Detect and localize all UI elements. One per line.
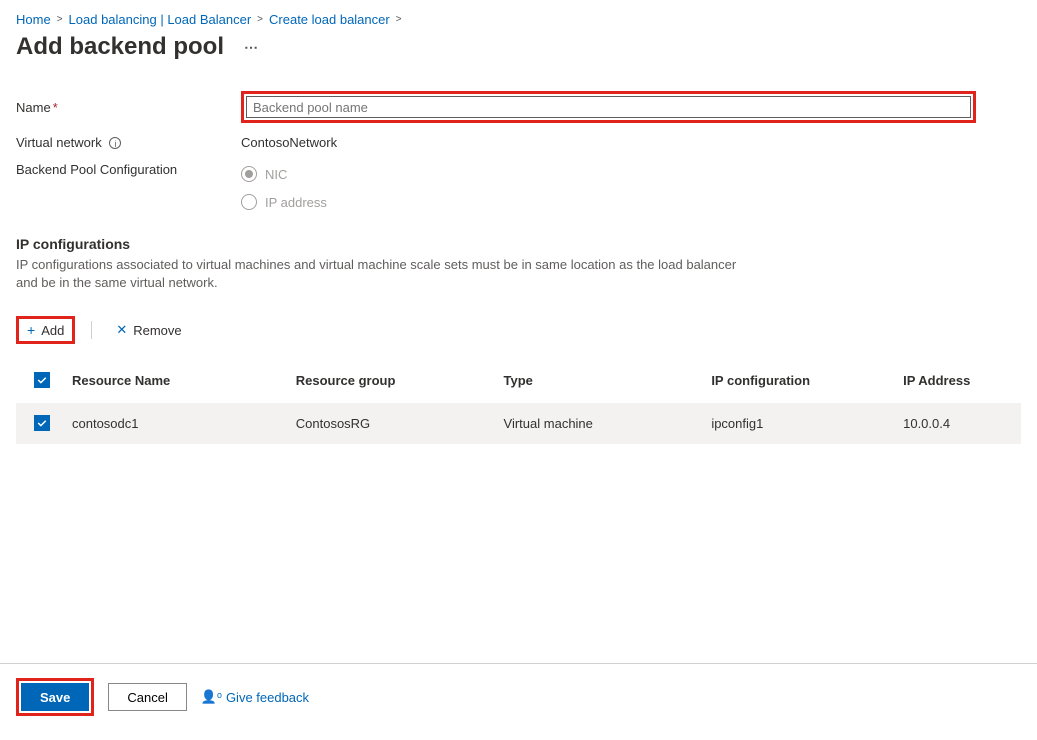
backend-pool-name-input[interactable] — [246, 96, 971, 118]
radio-selected-icon — [241, 166, 257, 182]
table-row[interactable]: contosodc1 ContososRG Virtual machine ip… — [16, 403, 1021, 444]
breadcrumb: Home > Load balancing | Load Balancer > … — [16, 12, 1021, 27]
col-ip-config[interactable]: IP configuration — [711, 373, 903, 388]
ip-config-heading: IP configurations — [16, 236, 1021, 252]
col-ip-address[interactable]: IP Address — [903, 373, 1015, 388]
cell-type: Virtual machine — [504, 416, 712, 431]
radio-ip-label: IP address — [265, 195, 327, 210]
name-field-highlight — [241, 91, 976, 123]
footer-bar: Save Cancel 👤ᵒ Give feedback — [0, 663, 1037, 740]
page-title: Add backend pool — [16, 33, 224, 61]
virtual-network-value: ContosoNetwork — [241, 135, 337, 150]
checkmark-icon — [36, 374, 48, 386]
cell-ip-address: 10.0.0.4 — [903, 416, 1015, 431]
cell-resource-group: ContososRG — [296, 416, 504, 431]
ip-config-description: IP configurations associated to virtual … — [16, 256, 746, 292]
row-checkbox[interactable] — [34, 415, 50, 431]
save-button[interactable]: Save — [21, 683, 89, 711]
plus-icon: + — [27, 322, 35, 338]
chevron-right-icon: > — [257, 14, 263, 25]
toolbar-separator — [91, 321, 92, 339]
save-button-highlight: Save — [16, 678, 94, 716]
remove-button-label: Remove — [133, 323, 181, 338]
radio-nic[interactable]: NIC — [241, 166, 327, 182]
radio-unselected-icon — [241, 194, 257, 210]
give-feedback-label: Give feedback — [226, 690, 309, 705]
col-resource-group[interactable]: Resource group — [296, 373, 504, 388]
ip-config-toolbar: + Add ✕ Remove — [16, 316, 1021, 344]
remove-button[interactable]: ✕ Remove — [108, 319, 189, 341]
backend-pool-config-label: Backend Pool Configuration — [16, 162, 241, 177]
info-icon[interactable]: i — [109, 137, 121, 149]
breadcrumb-create-lb[interactable]: Create load balancer — [269, 12, 390, 27]
ip-config-table: Resource Name Resource group Type IP con… — [16, 364, 1021, 444]
close-icon: ✕ — [116, 322, 127, 338]
more-icon[interactable]: ⋯ — [244, 39, 260, 56]
cancel-button[interactable]: Cancel — [108, 683, 186, 711]
breadcrumb-home[interactable]: Home — [16, 12, 51, 27]
col-type[interactable]: Type — [504, 373, 712, 388]
breadcrumb-load-balancing[interactable]: Load balancing | Load Balancer — [69, 12, 252, 27]
add-button-label: Add — [41, 323, 64, 338]
give-feedback-link[interactable]: 👤ᵒ Give feedback — [201, 689, 309, 705]
name-label: Name* — [16, 100, 241, 115]
cell-ip-config: ipconfig1 — [711, 416, 903, 431]
checkmark-icon — [36, 417, 48, 429]
radio-ip-address[interactable]: IP address — [241, 194, 327, 210]
select-all-checkbox[interactable] — [34, 372, 50, 388]
feedback-icon: 👤ᵒ — [201, 689, 222, 705]
radio-nic-label: NIC — [265, 167, 287, 182]
page-title-row: Add backend pool ⋯ — [16, 33, 1021, 61]
chevron-right-icon: > — [57, 14, 63, 25]
virtual-network-label: Virtual network i — [16, 135, 241, 150]
cell-resource-name: contosodc1 — [72, 416, 296, 431]
required-marker: * — [53, 100, 58, 115]
chevron-right-icon: > — [396, 14, 402, 25]
col-resource-name[interactable]: Resource Name — [72, 373, 296, 388]
table-header-row: Resource Name Resource group Type IP con… — [16, 364, 1021, 397]
add-button[interactable]: + Add — [16, 316, 75, 344]
